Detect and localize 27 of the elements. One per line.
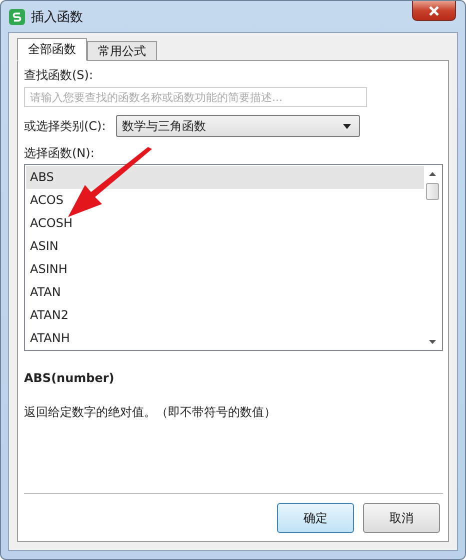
- function-signature: ABS(number): [24, 371, 114, 385]
- app-logo-icon: [9, 8, 25, 24]
- tab[interactable]: 常用公式: [87, 41, 157, 61]
- function-item[interactable]: ABS: [26, 166, 424, 189]
- ok-button[interactable]: 确定: [277, 503, 354, 533]
- function-item[interactable]: ATANH: [26, 327, 424, 350]
- function-item[interactable]: ACOS: [26, 189, 424, 212]
- search-label: 查找函数(S):: [24, 67, 94, 83]
- function-item[interactable]: ASINH: [26, 258, 424, 281]
- window-title: 插入函数: [31, 8, 83, 26]
- caret-icon: [342, 124, 351, 128]
- function-description: 返回给定数字的绝对值。（即不带符号的数值）: [24, 404, 276, 421]
- scroll-thumb[interactable]: [426, 183, 439, 200]
- function-item[interactable]: ACOSH: [26, 212, 424, 235]
- scroll-down-icon[interactable]: [429, 340, 436, 344]
- function-list-label: 选择函数(N):: [24, 145, 94, 161]
- scroll-up-icon[interactable]: [429, 172, 436, 176]
- cancel-button[interactable]: 取消: [363, 503, 440, 533]
- function-item[interactable]: ASIN: [26, 235, 424, 258]
- category-label: 或选择类别(C):: [24, 118, 106, 134]
- function-item[interactable]: ATAN: [26, 281, 424, 304]
- category-dropdown[interactable]: 数学与三角函数: [116, 115, 360, 137]
- function-item[interactable]: ATAN2: [26, 304, 424, 327]
- close-button[interactable]: [412, 1, 456, 21]
- tab[interactable]: 全部函数: [17, 38, 87, 61]
- close-icon: [428, 6, 440, 16]
- search-field[interactable]: 请输入您要查找的函数名称或函数功能的简要描述...: [24, 87, 367, 107]
